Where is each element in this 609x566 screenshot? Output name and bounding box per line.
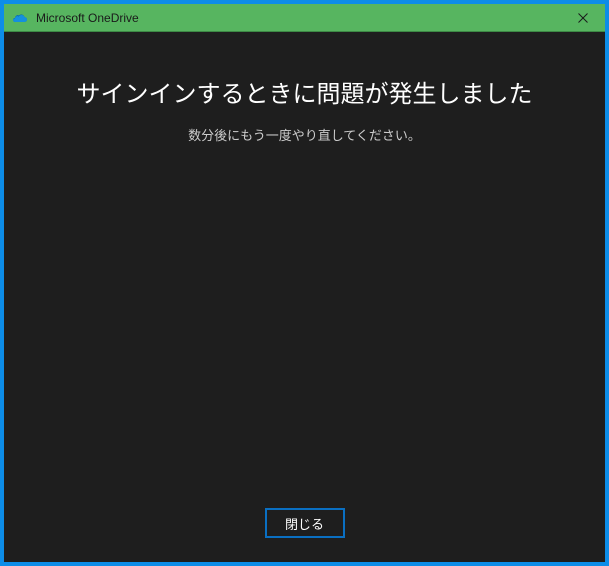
onedrive-window: Microsoft OneDrive サインインするときに問題が発生しました 数… (4, 4, 605, 562)
window-title: Microsoft OneDrive (36, 11, 139, 25)
dialog-content: サインインするときに問題が発生しました 数分後にもう一度やり直してください。 閉… (4, 32, 605, 562)
error-heading: サインインするときに問題が発生しました (77, 74, 533, 109)
titlebar: Microsoft OneDrive (4, 4, 605, 32)
window-close-button[interactable] (561, 4, 605, 32)
button-row: 閉じる (4, 508, 605, 538)
error-subtext: 数分後にもう一度やり直してください。 (188, 125, 421, 144)
titlebar-left: Microsoft OneDrive (4, 10, 561, 26)
close-dialog-button[interactable]: 閉じる (265, 508, 345, 538)
onedrive-cloud-icon (12, 10, 28, 26)
close-icon (578, 13, 588, 23)
